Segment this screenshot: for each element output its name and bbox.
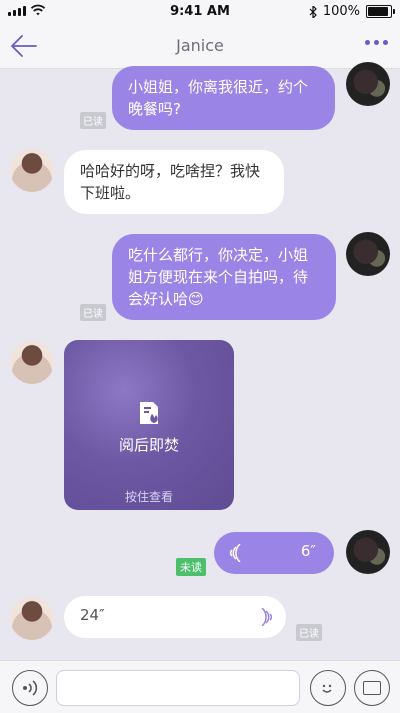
user-avatar[interactable]: [346, 62, 390, 106]
more-options-icon[interactable]: [365, 40, 388, 45]
chat-title: Janice: [176, 36, 224, 55]
user-avatar[interactable]: [346, 232, 390, 276]
voice-message-incoming[interactable]: 24″: [64, 596, 286, 638]
voice-duration: 24″: [80, 606, 105, 624]
smile-emoji: 😊: [188, 290, 204, 308]
status-bar: 9:41 AM 100%: [0, 0, 400, 24]
burn-after-reading-message[interactable]: 阅后即焚 按住查看: [64, 340, 234, 510]
message-text: 小姐姐，你离我很近，约个晚餐吗?: [128, 78, 309, 118]
voice-input-button[interactable]: [12, 670, 48, 706]
bluetooth-icon: [309, 5, 317, 18]
contact-avatar[interactable]: [10, 148, 54, 192]
unread-status-badge: 未读: [176, 558, 206, 576]
read-status-badge: 已读: [80, 112, 106, 129]
smiley-icon: [322, 684, 332, 693]
keyboard-icon: [363, 681, 381, 695]
document-fire-icon: [140, 402, 158, 424]
press-to-view-hint: 按住查看: [124, 490, 173, 504]
battery-fill: [368, 7, 388, 16]
message-input[interactable]: [56, 670, 300, 706]
user-avatar[interactable]: [346, 530, 390, 574]
message-bubble-outgoing[interactable]: 吃什么都行，你决定，小姐姐方便现在来个自拍吗，待会好认哈😊: [112, 234, 336, 320]
read-status-badge: 已读: [80, 304, 106, 321]
contact-avatar[interactable]: [10, 596, 54, 640]
message-text: 哈哈好的呀，吃啥捏？我快下班啦。: [80, 162, 261, 202]
voice-duration: 6″: [300, 542, 316, 560]
voice-wave-icon: [261, 608, 273, 626]
voice-message-outgoing[interactable]: 6″: [214, 532, 334, 574]
navigation-bar: Janice: [0, 24, 400, 69]
contact-avatar[interactable]: [10, 340, 54, 384]
message-bubble-incoming[interactable]: 哈哈好的呀，吃啥捏？我快下班啦。: [64, 150, 284, 214]
input-bar: [0, 660, 400, 713]
message-bubble-outgoing[interactable]: 小姐姐，你离我很近，约个晚餐吗?: [112, 66, 335, 130]
battery-icon: [366, 5, 395, 18]
keyboard-button[interactable]: [354, 670, 390, 706]
burn-label: 阅后即焚: [118, 436, 179, 454]
read-status-badge: 已读: [296, 624, 322, 641]
voice-wave-icon: [229, 544, 241, 562]
voice-icon: [23, 680, 38, 696]
battery-percent: 100%: [322, 4, 360, 19]
message-text: 吃什么都行，你决定，小姐姐方便现在来个自拍吗，待会好认哈: [128, 246, 309, 308]
emoji-button[interactable]: [310, 670, 346, 706]
